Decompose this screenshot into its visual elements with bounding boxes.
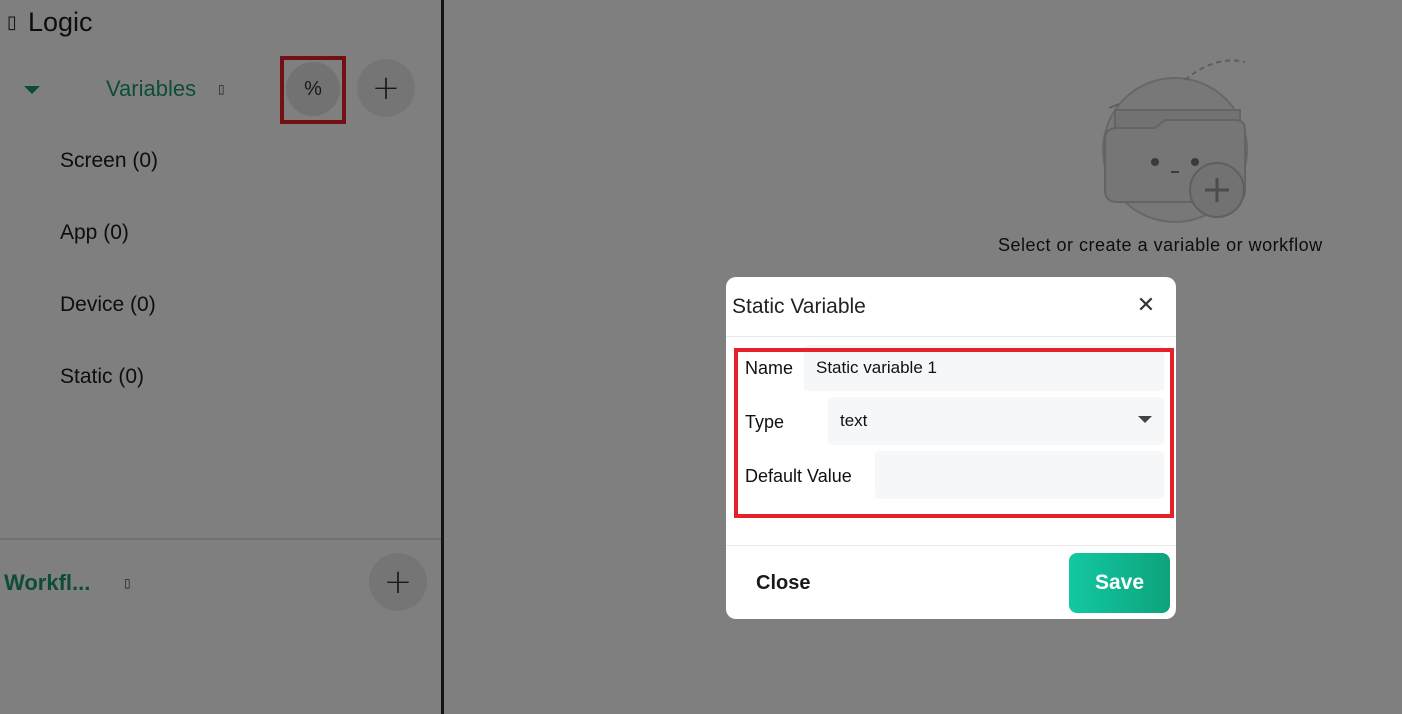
static-variable-dialog: Static Variable ✕ Name Static variable 1… bbox=[726, 277, 1176, 619]
modal-backdrop[interactable] bbox=[0, 0, 1402, 714]
save-button[interactable]: Save bbox=[1069, 553, 1170, 613]
dialog-divider bbox=[726, 545, 1176, 546]
close-button[interactable]: Close bbox=[756, 572, 810, 595]
dialog-title: Static Variable bbox=[732, 295, 866, 318]
app-window: ▯ Logic Variables ▯ % + Screen (0) App (… bbox=[0, 0, 1402, 714]
highlight-box bbox=[734, 348, 1174, 518]
close-icon[interactable]: ✕ bbox=[1134, 293, 1158, 318]
dialog-divider bbox=[726, 336, 1176, 337]
